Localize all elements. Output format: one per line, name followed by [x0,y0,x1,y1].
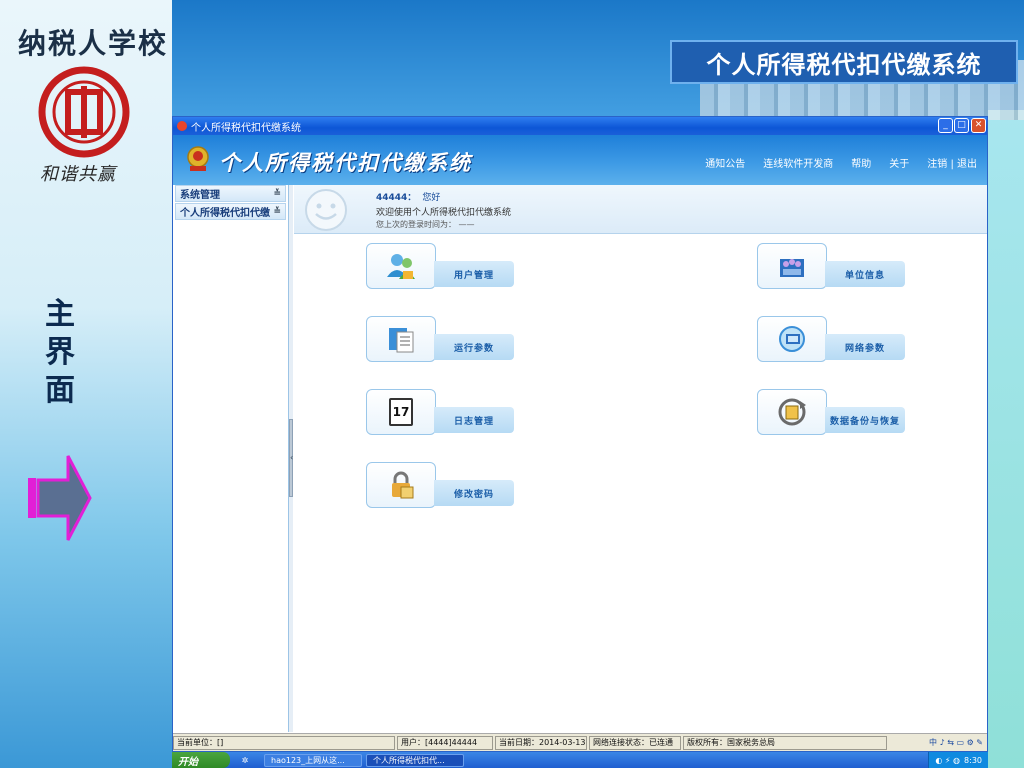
side-caption-char: 界 [45,335,75,370]
calendar-day: 17 [392,405,410,419]
status-network: 网络连接状态：已连通 [589,735,681,750]
tray-icons[interactable]: ◐ ⚡ ◍ [935,756,960,765]
tile-label: 修改密码 [434,480,514,506]
status-bar: 当前单位：[] 用户：[4444]44444 当前日期：2014-03-13 网… [173,733,987,751]
backup-icon [778,398,806,426]
slide-title-box: 个人所得税代扣代缴系统 [670,40,1018,84]
nav-logout-link[interactable]: 注销 | 退出 [927,155,977,170]
nav-about-link[interactable]: 关于 [889,155,909,170]
tile-network-parameters[interactable]: 网络参数 [757,316,905,364]
tile-label: 数据备份与恢复 [825,407,905,433]
window-title: 个人所得税代扣代缴系统 [191,122,301,134]
start-label: 开始 [178,756,198,768]
smiley-icon [305,189,347,231]
lock-icon [392,471,414,499]
tile-runtime-parameters[interactable]: 运行参数 [366,316,514,364]
welcome-message: 欢迎使用个人所得税代扣代缴系统 [376,208,512,218]
status-copyright: 版权所有：国家税务总局 [683,735,887,750]
app-header: 个人所得税代扣代缴系统 通知公告 连线软件开发商 帮助 关于 注销 | 退出 [173,135,987,185]
clock: 8:30 [964,755,982,765]
slide-right-band [988,110,1024,768]
tile-change-password[interactable]: 修改密码 [366,462,514,510]
app-title: 个人所得税代扣代缴系统 [219,150,472,175]
side-caption-char: 主 [45,297,75,332]
calendar-icon: 17 [389,398,413,426]
close-button[interactable]: ✕ [971,118,986,133]
school-name: 纳税人学校 [18,27,169,60]
taskbar-item-app[interactable]: 个人所得税代扣代... [366,753,464,767]
last-login: 您上次的登录时间为： —— [376,220,475,229]
tile-label: 网络参数 [825,334,905,360]
slide-title: 个人所得税代扣代缴系统 [706,50,982,79]
sidebar: 系统管理 ≚ 个人所得税代扣代缴 ≚ [173,185,289,732]
tile-label: 运行参数 [434,334,514,360]
tile-label: 单位信息 [825,261,905,287]
tile-organization-info[interactable]: 单位信息 [757,243,905,291]
school-motto: 和谐共赢 [40,164,116,185]
status-unit: 当前单位：[] [173,735,395,750]
taskbar: 开始 ✲ hao123_上网从这... 个人所得税代扣代... ◐ ⚡ ◍ 8:… [172,752,988,768]
greeting: 您好 [422,193,441,203]
school-logo-icon [38,66,130,158]
input-method-toolbar[interactable]: 中 ♪ ⇆ ▭ ⚙ ✎ [929,737,987,748]
side-caption: 主 界 面 [40,296,80,410]
tile-log-management[interactable]: 17 日志管理 [366,389,514,437]
start-button[interactable]: 开始 [172,752,230,768]
window-titlebar[interactable]: 个人所得税代扣代缴系统 _ □ ✕ [173,117,987,135]
organization-icon [780,259,804,277]
top-nav: 通知公告 连线软件开发商 帮助 关于 注销 | 退出 [705,155,977,170]
maximize-button[interactable]: □ [954,118,969,133]
nav-vendor-link[interactable]: 连线软件开发商 [763,155,833,170]
main-panel: 44444： 您好 欢迎使用个人所得税代扣代缴系统 您上次的登录时间为： —— 用… [294,185,987,732]
minimize-button[interactable]: _ [938,118,953,133]
quick-launch-icon[interactable]: ✲ [230,756,260,765]
status-date: 当前日期：2014-03-13 [495,735,587,750]
right-arrow-icon [28,455,92,541]
side-caption-char: 面 [45,373,75,408]
nav-help-link[interactable]: 帮助 [851,155,871,170]
sidebar-item-withholding[interactable]: 个人所得税代扣代缴 ≚ [175,203,286,220]
sidebar-item-label: 个人所得税代扣代缴 [180,208,270,219]
sidebar-item-label: 系统管理 [180,190,220,201]
status-user: 用户：[4444]44444 [397,735,493,750]
nav-notice-link[interactable]: 通知公告 [705,155,745,170]
chevron-down-icon: ≚ [273,206,281,217]
taskbar-item-browser[interactable]: hao123_上网从这... [264,753,362,767]
collapse-sidebar-handle[interactable]: ‹ [289,419,293,497]
tax-emblem-icon [187,146,209,171]
app-window: 个人所得税代扣代缴系统 _ □ ✕ 个人所得税代扣代缴系统 通知公告 连线软件开… [172,116,988,752]
network-icon [779,326,805,352]
system-tray: ◐ ⚡ ◍ 8:30 [928,752,988,768]
sidebar-item-system-management[interactable]: 系统管理 ≚ [175,185,286,202]
app-icon [177,121,187,131]
users-icon [387,254,415,279]
welcome-bar: 44444： 您好 欢迎使用个人所得税代扣代缴系统 您上次的登录时间为： —— [294,185,987,234]
tile-label: 日志管理 [434,407,514,433]
tile-user-management[interactable]: 用户管理 [366,243,514,291]
tile-data-backup[interactable]: 数据备份与恢复 [757,389,905,437]
welcome-user: 44444： 您好 [376,190,440,203]
tile-label: 用户管理 [434,261,514,287]
username: 44444： [376,193,417,203]
chevron-down-icon: ≚ [273,188,281,199]
parameters-icon [389,328,414,353]
